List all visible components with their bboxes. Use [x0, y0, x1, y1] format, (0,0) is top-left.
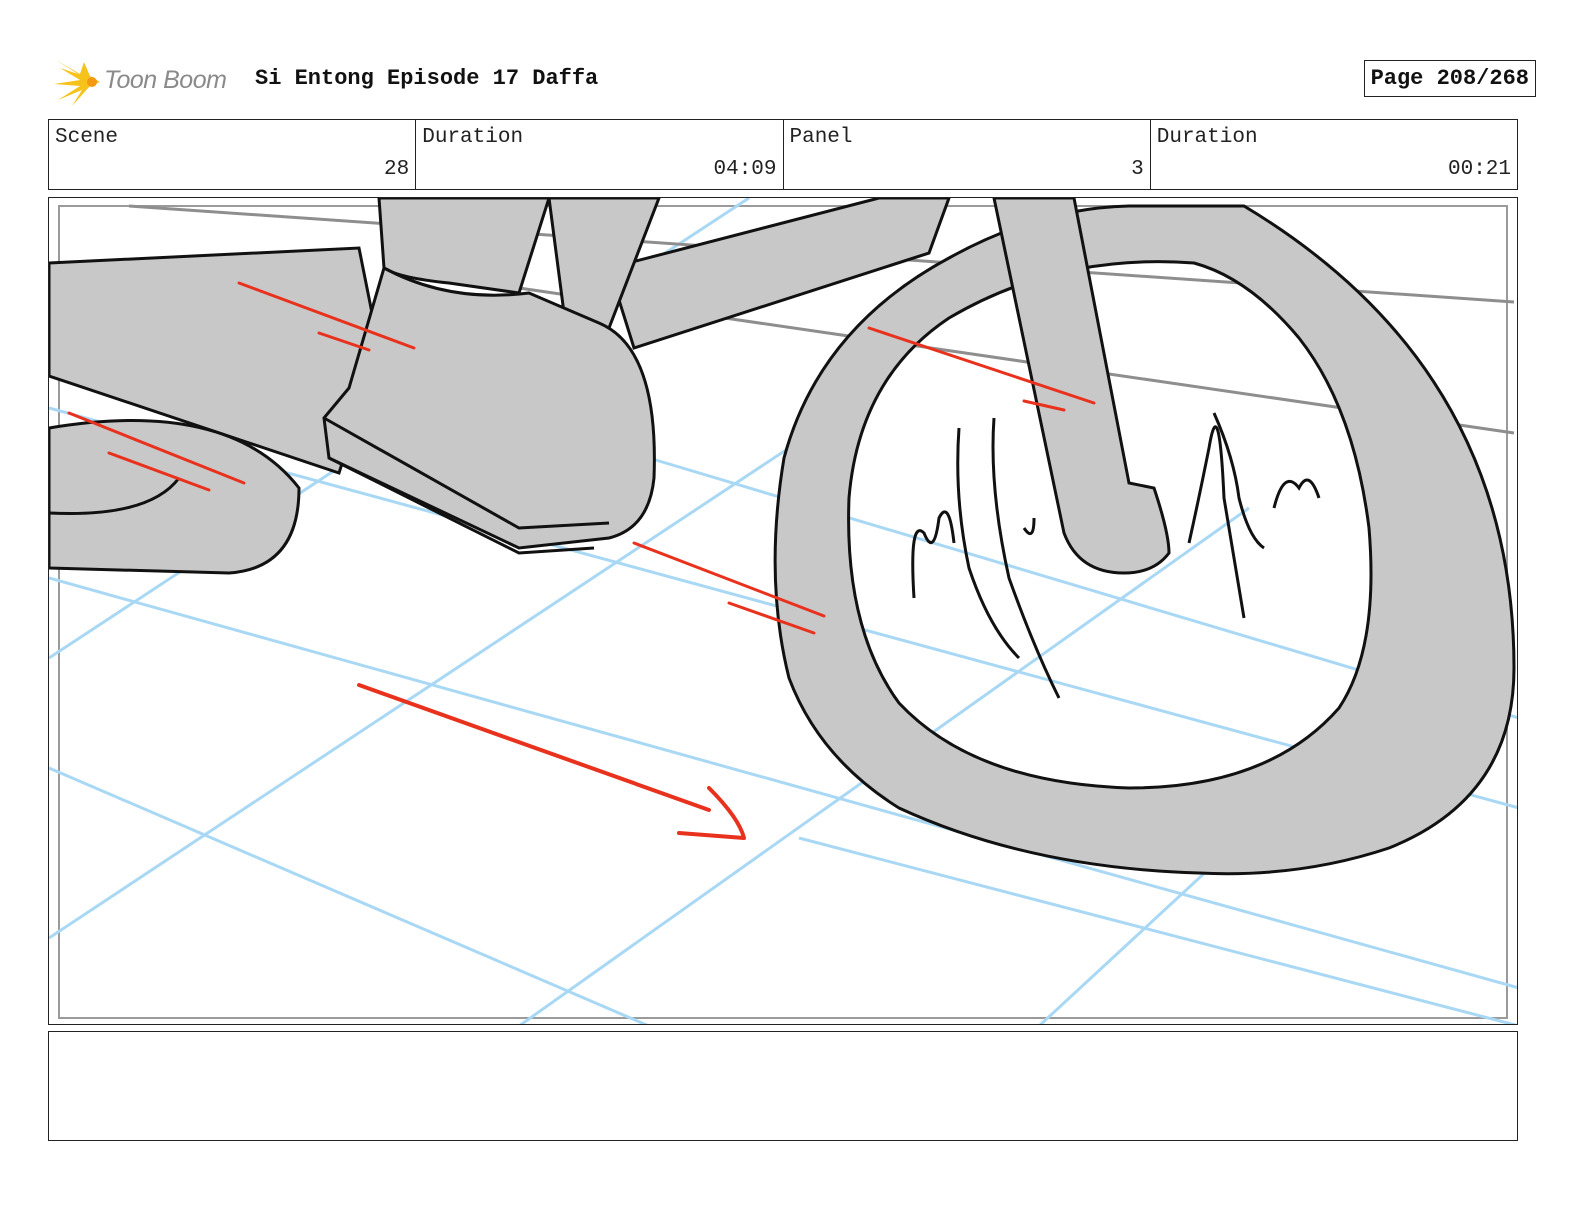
scene-duration-value: 04:09 [713, 158, 777, 181]
storyboard-panel [48, 197, 1518, 1025]
panel-sketch [49, 198, 1517, 1024]
panel-notes [48, 1031, 1518, 1141]
burst-icon [54, 60, 100, 106]
panel-duration-cell: Duration 00:21 [1151, 120, 1517, 189]
page-indicator: Page 208/268 [1363, 60, 1536, 97]
scene-value: 28 [384, 158, 410, 181]
motion-arrow [357, 683, 746, 840]
panel-cell: Panel 3 [784, 120, 1151, 189]
scene-duration-cell: Duration 04:09 [416, 120, 784, 189]
panel-value: 3 [1131, 158, 1144, 181]
scene-label: Scene [55, 126, 119, 149]
panel-duration-label: Duration [1156, 126, 1258, 149]
scene-cell: Scene 28 [49, 120, 417, 189]
scene-info-table: Scene 28 Duration 04:09 Panel 3 Duration… [48, 119, 1518, 190]
page-title: Si Entong Episode 17 Daffa [255, 66, 599, 91]
storyboard-header: Toon Boom Si Entong Episode 17 Daffa Pag… [50, 52, 1536, 108]
panel-duration-value: 00:21 [1447, 158, 1511, 181]
logo-text: Toon Boom [104, 66, 227, 94]
panel-label: Panel [789, 126, 853, 149]
toon-boom-logo: Toon Boom [50, 56, 245, 108]
scene-duration-label: Duration [422, 126, 524, 149]
